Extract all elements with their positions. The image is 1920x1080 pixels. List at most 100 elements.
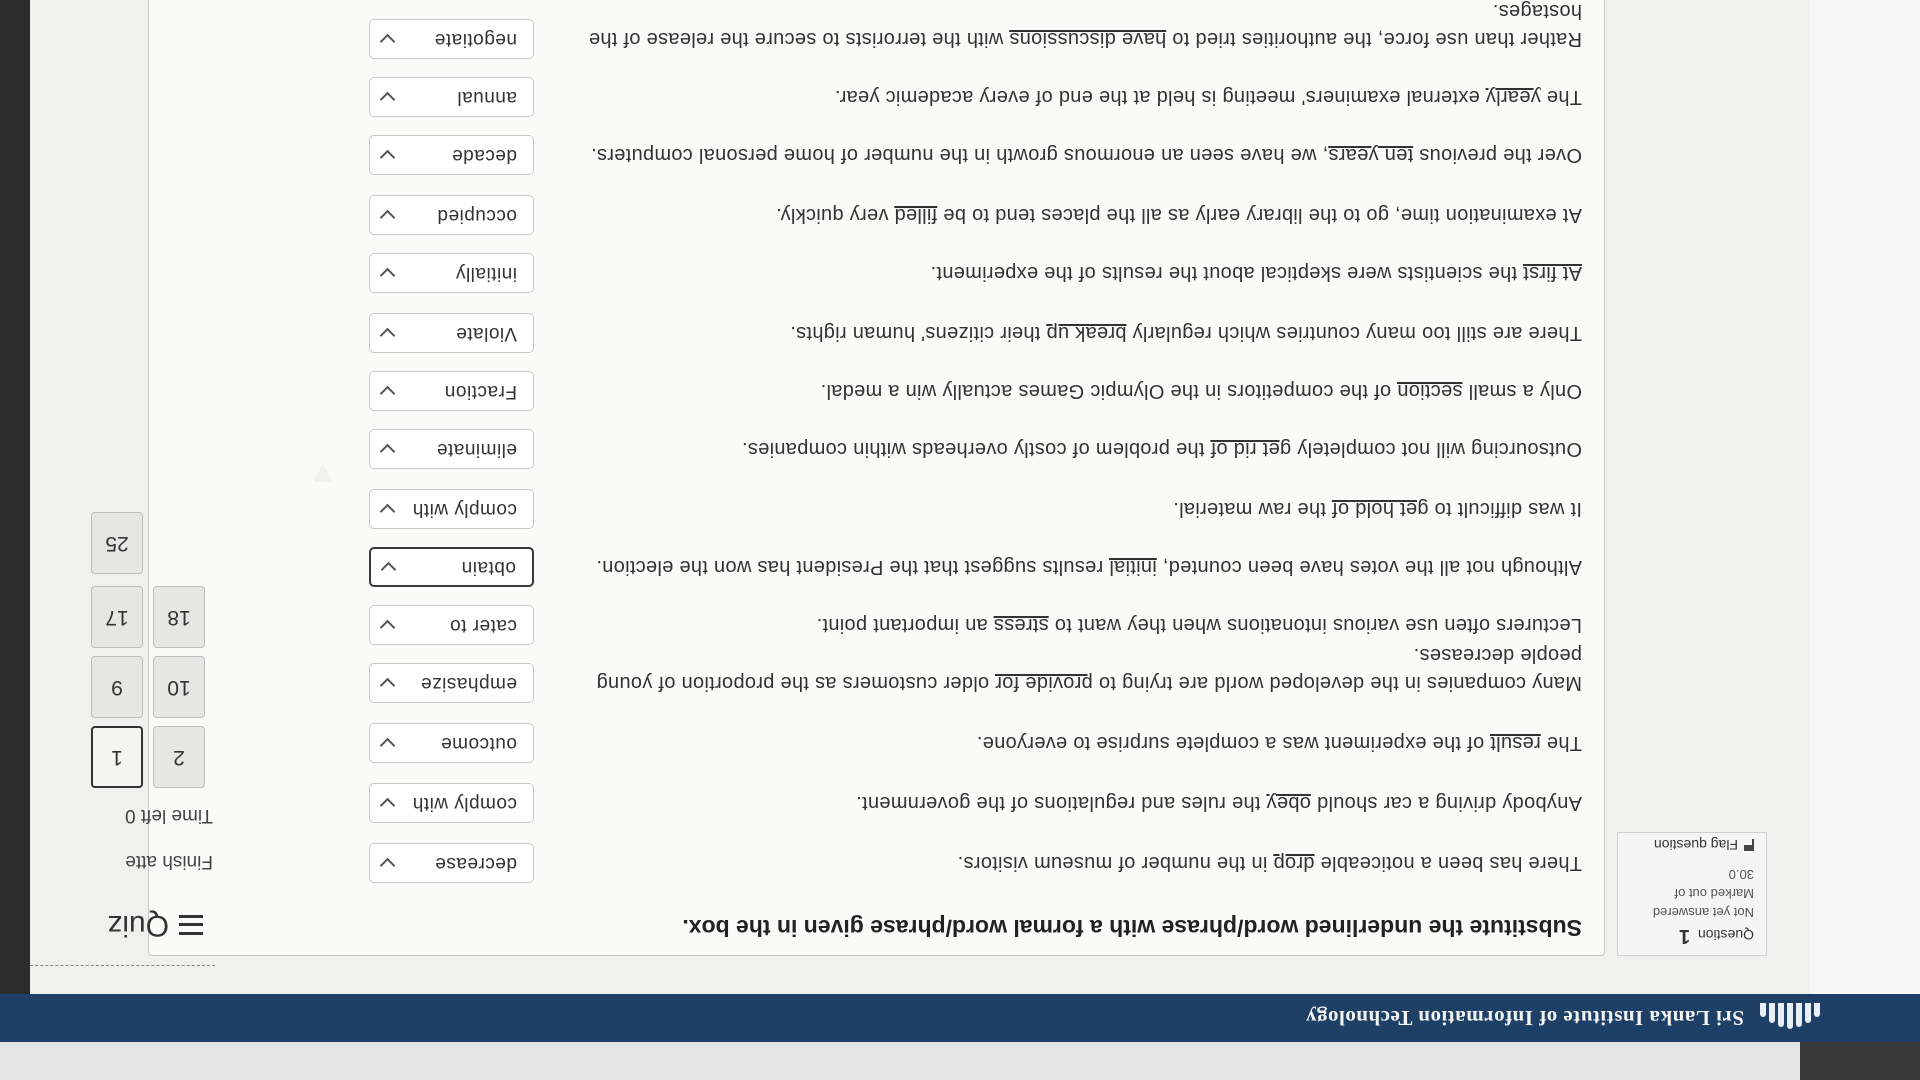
question-nav-button[interactable]: 9 xyxy=(91,656,143,718)
question-sentence: Over the previous ten years, we have see… xyxy=(582,141,1582,169)
question-sentence: Lecturers often use various intonations … xyxy=(582,611,1582,639)
finish-attempt-link[interactable]: Finish atte xyxy=(125,850,213,872)
selected-answer: decrease xyxy=(434,853,517,874)
sentence-text: the scientists were skeptical about the … xyxy=(930,262,1523,284)
answer-select[interactable]: comply with xyxy=(369,783,534,823)
hamburger-menu-icon[interactable] xyxy=(179,915,203,935)
sentence-text: an important point. xyxy=(816,614,994,636)
sentence-text: Rather than use force, the authorities t… xyxy=(1166,28,1582,50)
flag-question-label: Flag question xyxy=(1653,837,1738,853)
quiz-title: Quiz xyxy=(107,909,169,942)
institute-logo-icon xyxy=(1758,1003,1820,1033)
question-card: Substitute the underlined word/phrase wi… xyxy=(148,0,1605,956)
site-name[interactable]: Sri Lanka Institute of Information Techn… xyxy=(1306,1006,1744,1031)
answer-select[interactable]: initially xyxy=(369,253,534,293)
site-header: Sri Lanka Institute of Information Techn… xyxy=(0,994,1920,1042)
sentence-text: There has been a noticeable xyxy=(1314,852,1582,874)
underlined-phrase: filled xyxy=(894,204,938,226)
browser-top-bar xyxy=(0,1041,1920,1080)
sentence-text: The xyxy=(1540,86,1582,108)
screen-bezel xyxy=(1800,1042,1920,1080)
question-status: Not yet answered xyxy=(1652,905,1754,920)
selected-answer: Fraction xyxy=(444,381,517,402)
main-content: Question 1 Not yet answered Marked out o… xyxy=(148,0,1795,994)
question-nav-button[interactable]: 25 xyxy=(91,512,143,574)
question-sentence: Outsourcing will not completely get rid … xyxy=(582,435,1582,463)
answer-select[interactable]: Violate xyxy=(369,313,534,353)
question-sentence: At first the scientists were skeptical a… xyxy=(582,259,1582,287)
answer-select[interactable]: cater to xyxy=(369,605,534,645)
underlined-phrase: get hold of xyxy=(1331,498,1429,520)
question-row: Lecturers often use various intonations … xyxy=(152,595,1582,647)
selected-answer: cater to xyxy=(449,615,517,636)
question-sentence: There has been a noticeable drop in the … xyxy=(582,849,1582,877)
sentence-text: external examiners' meeting is held at t… xyxy=(834,86,1486,108)
question-row: There has been a noticeable drop in the … xyxy=(152,833,1582,885)
question-row: It was difficult to get hold of the raw … xyxy=(152,479,1582,531)
answer-select[interactable]: decrease xyxy=(369,843,534,883)
question-number-label: Question 1 xyxy=(1630,924,1754,947)
answer-select[interactable]: Fraction xyxy=(369,371,534,411)
quiz-navigation-header: Quiz xyxy=(107,908,203,942)
selected-answer: Violate xyxy=(455,323,517,344)
sentence-text: Over the previous xyxy=(1413,144,1582,166)
sentence-text: Outsourcing will not completely xyxy=(1291,438,1582,460)
question-nav-button[interactable]: 10 xyxy=(153,656,205,718)
selected-answer: obtain xyxy=(461,557,516,578)
answer-select[interactable]: comply with xyxy=(369,489,534,529)
underlined-phrase: have discussions xyxy=(1009,28,1167,50)
answer-select[interactable]: occupied xyxy=(369,195,534,235)
sentence-text: At examination time, go to the library e… xyxy=(937,204,1582,226)
question-sentence: There are still too many countries which… xyxy=(582,319,1582,347)
question-row: Although not all the votes have been cou… xyxy=(152,537,1582,589)
question-sentence: The yearly external examiners' meeting i… xyxy=(582,83,1582,111)
quiz-navigation-panel: Quiz Finish atte Time left 0 1 2 9 10 17 18 25 xyxy=(0,0,215,994)
flag-icon xyxy=(1744,839,1754,851)
divider xyxy=(15,965,215,966)
answer-select[interactable]: emphasize xyxy=(369,663,534,703)
question-sentence: Anybody driving a car should obey the ru… xyxy=(582,789,1582,817)
answer-select[interactable]: obtain xyxy=(369,547,534,587)
question-row: The result of the experiment was a compl… xyxy=(152,713,1582,765)
sentence-text: very quickly. xyxy=(775,204,895,226)
question-row: Outsourcing will not completely get rid … xyxy=(152,419,1582,471)
selected-answer: comply with xyxy=(412,499,517,520)
sentence-text: results suggest that the President has w… xyxy=(596,556,1110,578)
question-row: Anybody driving a car should obey the ru… xyxy=(152,773,1582,825)
underlined-phrase: obey xyxy=(1266,792,1311,814)
mark-value: 30.0 xyxy=(1728,867,1754,882)
question-label: Question xyxy=(1697,927,1754,943)
underlined-phrase: break up xyxy=(1046,322,1127,344)
question-nav-button[interactable]: 18 xyxy=(153,586,205,648)
question-row: At examination time, go to the library e… xyxy=(152,185,1582,237)
question-nav-button[interactable]: 2 xyxy=(153,726,205,788)
answer-select[interactable]: decade xyxy=(369,135,534,175)
answer-select[interactable]: annual xyxy=(369,77,534,117)
flag-question-button[interactable]: Flag question xyxy=(1630,837,1754,853)
sentence-text: Only a small xyxy=(1462,380,1582,402)
answer-select[interactable]: negotiate xyxy=(369,19,534,59)
sentence-text: There are still too many countries which… xyxy=(1126,322,1582,344)
selected-answer: initially xyxy=(455,263,517,284)
sentence-text: the rules and regulations of the governm… xyxy=(855,792,1267,814)
underlined-phrase: initial xyxy=(1109,556,1157,578)
question-nav-button[interactable]: 17 xyxy=(91,586,143,648)
question-row: There are still too many countries which… xyxy=(152,303,1582,355)
selected-answer: annual xyxy=(456,87,517,108)
question-row: Rather than use force, the authorities t… xyxy=(152,0,1582,61)
selected-answer: negotiate xyxy=(434,29,517,50)
sentence-text: their citizens' human rights. xyxy=(790,322,1047,344)
answer-select[interactable]: outcome xyxy=(369,723,534,763)
answer-select[interactable]: eliminate xyxy=(369,429,534,469)
underlined-phrase: section xyxy=(1397,380,1463,402)
mouse-cursor-icon xyxy=(313,464,333,482)
sentence-text: It was difficult to xyxy=(1428,498,1582,520)
question-nav-button[interactable]: 1 xyxy=(91,726,143,788)
left-margin xyxy=(1810,0,1920,994)
question-instruction: Substitute the underlined word/phrase wi… xyxy=(682,915,1582,941)
underlined-phrase: ten years xyxy=(1328,144,1414,166)
question-sentence: Rather than use force, the authorities t… xyxy=(582,0,1582,53)
sentence-text: Anybody driving a car should xyxy=(1310,792,1582,814)
question-sentence: The result of the experiment was a compl… xyxy=(582,729,1582,757)
sentence-text: of the experiment was a complete surpris… xyxy=(976,732,1491,754)
